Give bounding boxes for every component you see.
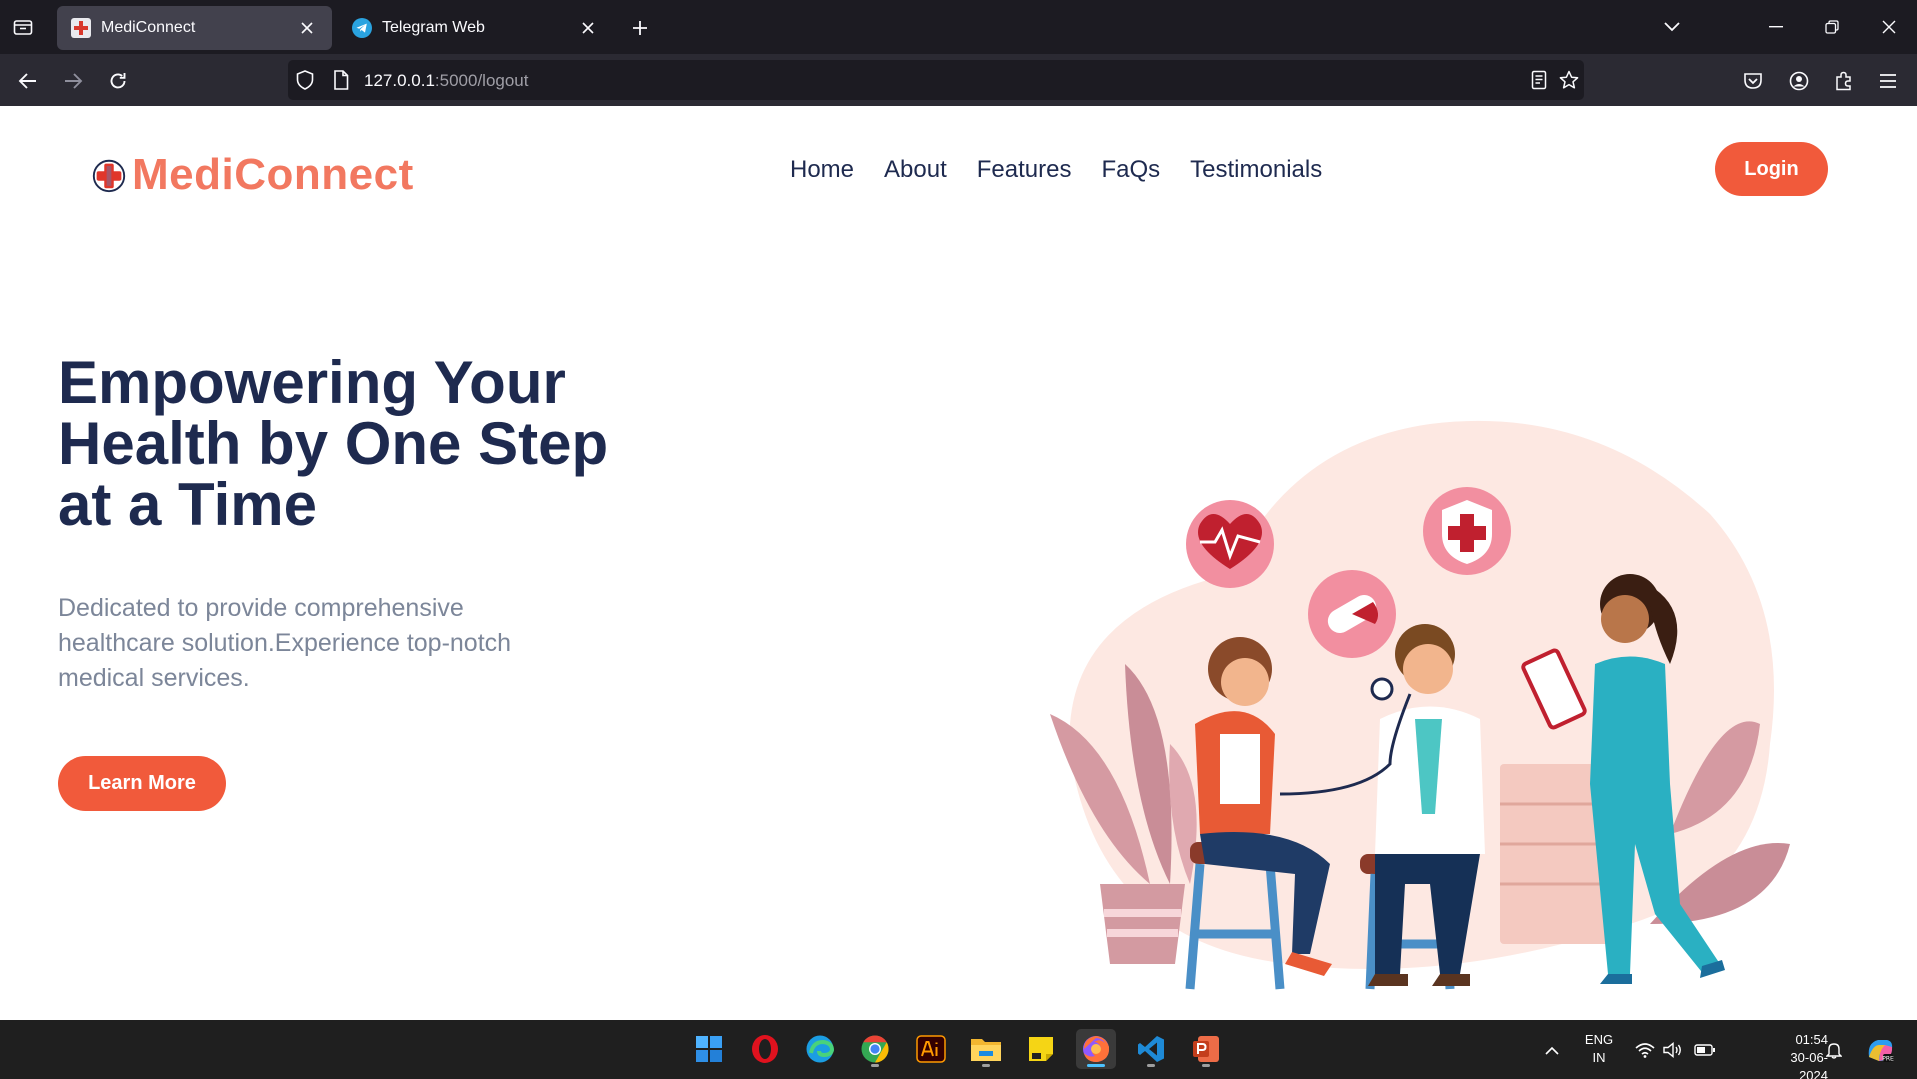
windows-taskbar: ENG IN 01:54 30-06-2024 PRE bbox=[0, 1020, 1917, 1079]
nav-about[interactable]: About bbox=[884, 156, 947, 184]
close-window-icon[interactable] bbox=[1873, 12, 1905, 42]
extensions-icon[interactable] bbox=[1829, 66, 1859, 96]
clock[interactable]: 01:54 30-06-2024 bbox=[1764, 1031, 1828, 1079]
telegram-icon bbox=[352, 18, 372, 38]
web-page: MediConnect Home About Features FaQs Tes… bbox=[0, 106, 1917, 1020]
clock-time: 01:54 bbox=[1795, 1032, 1828, 1047]
hero-subtitle: Dedicated to provide comprehensive healt… bbox=[58, 594, 512, 692]
list-all-tabs-icon[interactable] bbox=[1656, 12, 1688, 42]
learn-more-button[interactable]: Learn More bbox=[58, 756, 226, 811]
file-explorer-icon[interactable] bbox=[966, 1029, 1006, 1069]
opera-icon[interactable] bbox=[745, 1029, 785, 1069]
pocket-icon[interactable] bbox=[1738, 66, 1768, 96]
running-indicator bbox=[1202, 1064, 1210, 1067]
url-host: 127.0.0.1 bbox=[364, 71, 435, 90]
back-icon[interactable] bbox=[13, 66, 43, 96]
tab-list-icon[interactable] bbox=[10, 14, 36, 40]
running-indicator bbox=[982, 1064, 990, 1067]
browser-navigation-bar: 127.0.0.1:5000/logout bbox=[0, 54, 1917, 106]
firefox-icon[interactable] bbox=[1076, 1029, 1116, 1069]
clock-date: 30-06-2024 bbox=[1790, 1050, 1828, 1079]
address-bar[interactable]: 127.0.0.1:5000/logout bbox=[288, 60, 1584, 100]
battery-icon[interactable] bbox=[1694, 1039, 1716, 1061]
volume-icon[interactable] bbox=[1662, 1039, 1684, 1061]
mediconnect-favicon-icon bbox=[71, 18, 91, 38]
account-icon[interactable] bbox=[1784, 66, 1814, 96]
tab-title: MediConnect bbox=[101, 19, 196, 36]
url-text[interactable]: 127.0.0.1:5000/logout bbox=[364, 71, 529, 91]
tab-mediconnect[interactable]: MediConnect bbox=[57, 6, 332, 50]
vscode-icon[interactable] bbox=[1131, 1029, 1171, 1069]
nav-testimonials[interactable]: Testimonials bbox=[1190, 156, 1322, 184]
copilot-icon[interactable]: PRE bbox=[1864, 1034, 1896, 1066]
reload-icon[interactable] bbox=[103, 66, 133, 96]
edge-icon[interactable] bbox=[800, 1029, 840, 1069]
browser-tab-bar: MediConnect Telegram Web bbox=[0, 0, 1917, 54]
login-button[interactable]: Login bbox=[1715, 142, 1828, 196]
app-menu-icon[interactable] bbox=[1873, 66, 1903, 96]
running-indicator bbox=[1147, 1064, 1155, 1067]
brand-logo[interactable]: MediConnect bbox=[90, 150, 414, 200]
sticky-notes-icon[interactable] bbox=[1021, 1029, 1061, 1069]
page-info-icon[interactable] bbox=[330, 69, 352, 91]
main-navigation: Home About Features FaQs Testimonials bbox=[790, 156, 1322, 184]
wifi-icon[interactable] bbox=[1634, 1039, 1656, 1061]
tab-title: Telegram Web bbox=[382, 19, 485, 36]
bookmark-star-icon[interactable] bbox=[1558, 69, 1580, 91]
svg-text:PRE: PRE bbox=[1882, 1056, 1894, 1063]
url-path: :5000/logout bbox=[434, 71, 529, 90]
doctor-checkup-illustration bbox=[1050, 420, 1790, 990]
close-tab-icon[interactable] bbox=[577, 17, 599, 39]
reader-view-icon[interactable] bbox=[1528, 69, 1550, 91]
input-language-indicator[interactable]: ENG IN bbox=[1580, 1031, 1618, 1067]
tracking-protection-shield-icon[interactable] bbox=[294, 69, 316, 91]
notifications-bell-icon[interactable] bbox=[1823, 1039, 1845, 1061]
running-indicator bbox=[1087, 1064, 1105, 1067]
show-hidden-icons-chevron-icon[interactable] bbox=[1541, 1039, 1563, 1061]
new-tab-icon[interactable] bbox=[626, 14, 654, 42]
nav-home[interactable]: Home bbox=[790, 156, 854, 184]
region-code: IN bbox=[1592, 1050, 1606, 1065]
windows-start-icon[interactable] bbox=[689, 1029, 729, 1069]
tab-telegram[interactable]: Telegram Web bbox=[338, 6, 613, 50]
illustrator-icon[interactable] bbox=[911, 1029, 951, 1069]
nav-faqs[interactable]: FaQs bbox=[1101, 156, 1160, 184]
language-code: ENG bbox=[1584, 1032, 1614, 1047]
running-indicator bbox=[871, 1064, 879, 1067]
brand-name: MediConnect bbox=[132, 150, 414, 199]
minimize-icon[interactable] bbox=[1760, 12, 1792, 42]
hero-title: Empowering Your Health by One Step at a … bbox=[58, 349, 609, 538]
nav-features[interactable]: Features bbox=[977, 156, 1072, 184]
close-tab-icon[interactable] bbox=[296, 17, 318, 39]
restore-icon[interactable] bbox=[1816, 12, 1848, 42]
chrome-icon[interactable] bbox=[855, 1029, 895, 1069]
powerpoint-icon[interactable] bbox=[1186, 1029, 1226, 1069]
medical-cross-logo-icon bbox=[92, 159, 126, 193]
forward-icon[interactable] bbox=[58, 66, 88, 96]
